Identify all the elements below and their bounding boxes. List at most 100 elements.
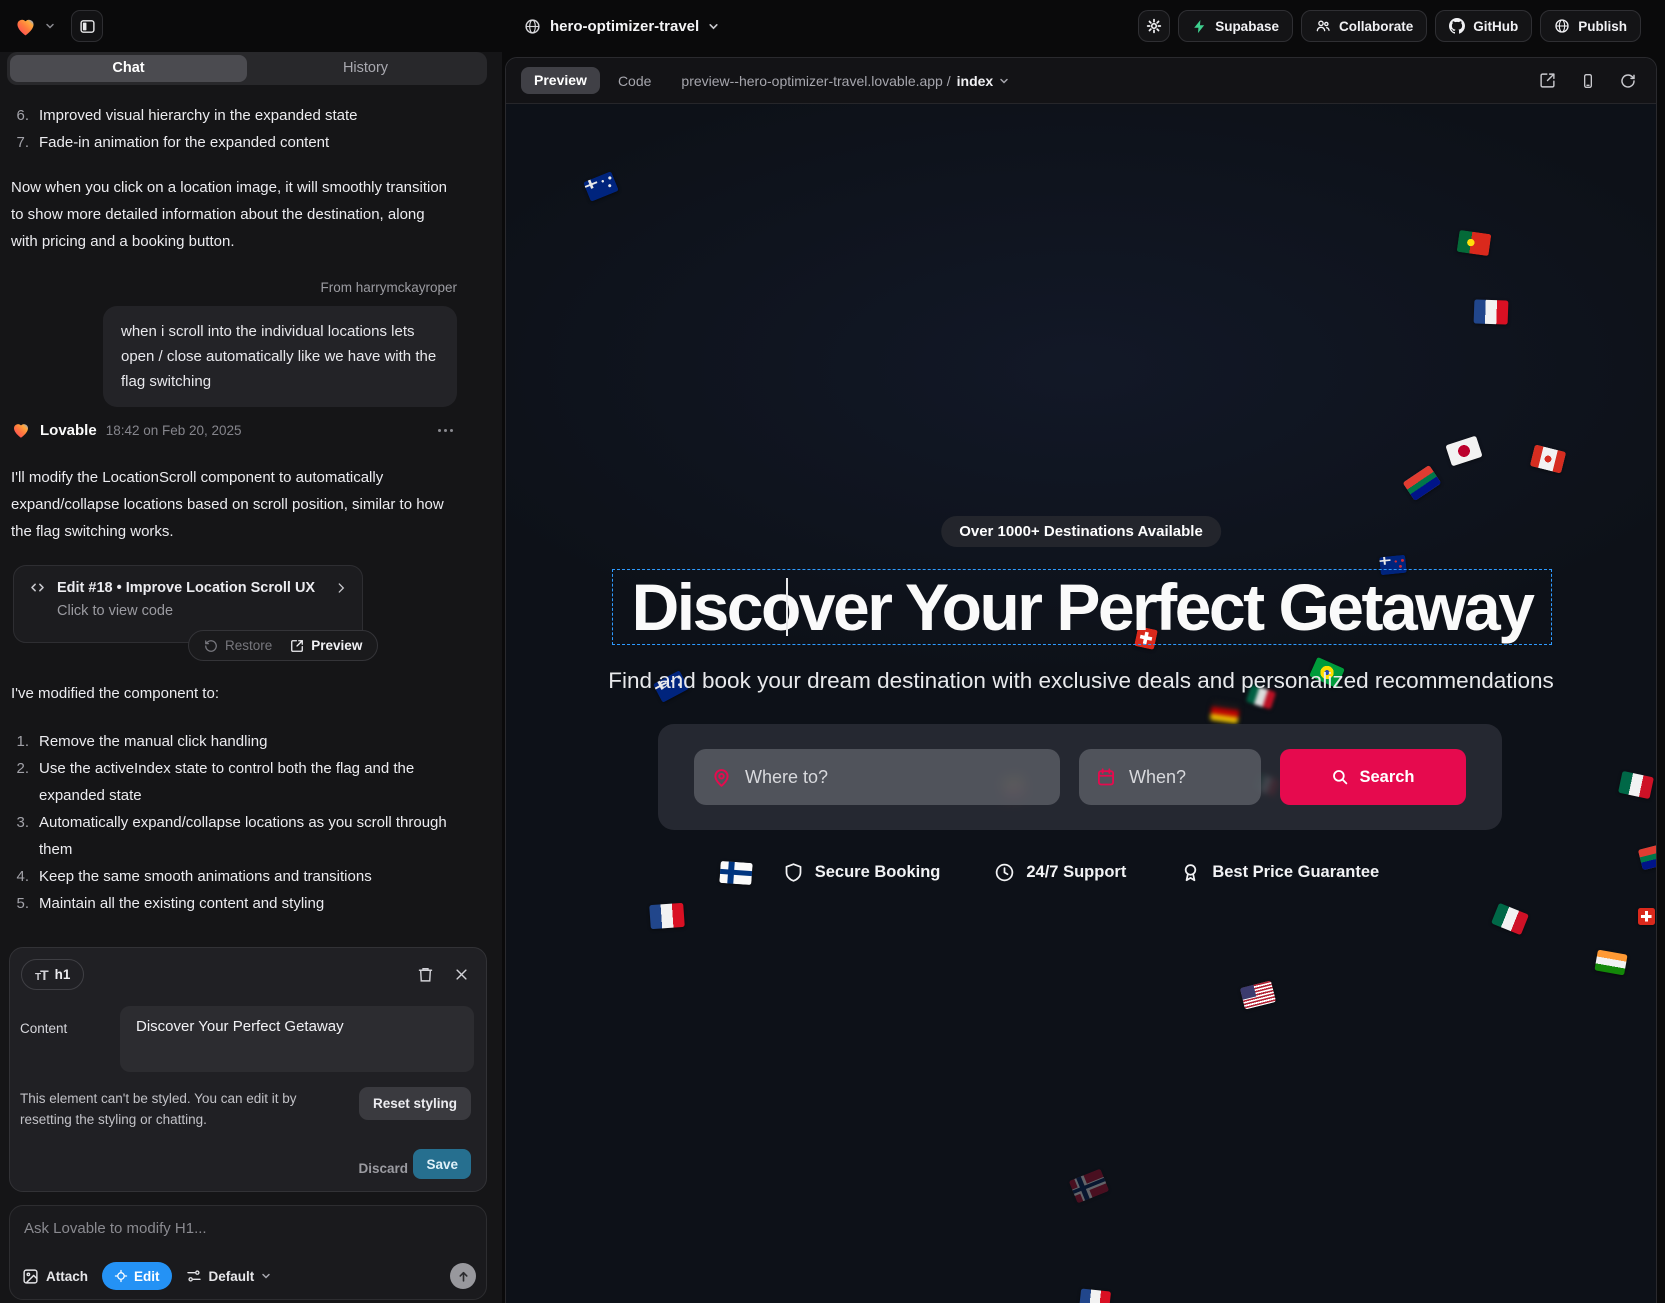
hero-subtitle: Find and book your dream destination wit… xyxy=(506,668,1656,694)
smartphone-icon xyxy=(1580,73,1596,89)
chevron-down-icon xyxy=(999,76,1009,86)
feature-best-price: Best Price Guarantee xyxy=(1180,862,1379,883)
sidebar-tabs: Chat History xyxy=(7,52,487,85)
publish-button[interactable]: Publish xyxy=(1540,10,1641,42)
flag-norway-icon xyxy=(1069,1169,1110,1204)
trash-icon xyxy=(417,966,434,983)
element-editor-panel: h1 Content Discover Your Perfect Getaway… xyxy=(9,947,487,1192)
flag-france-icon xyxy=(1474,299,1509,324)
flag-mexico-icon xyxy=(1618,771,1654,799)
chevron-down-icon xyxy=(261,1271,271,1281)
assistant-list-top: 6.Improved visual hierarchy in the expan… xyxy=(11,102,451,156)
chevron-right-icon xyxy=(334,581,348,595)
destinations-badge: Over 1000+ Destinations Available xyxy=(941,516,1221,547)
message-author-label: From harrymckayroper xyxy=(320,280,457,295)
attach-button[interactable]: Attach xyxy=(22,1268,88,1285)
map-pin-icon xyxy=(711,767,732,788)
globe-icon xyxy=(524,18,541,35)
list-item: 7.Fade-in animation for the expanded con… xyxy=(11,129,451,156)
refresh-button[interactable] xyxy=(1620,73,1636,89)
chevron-down-icon[interactable] xyxy=(45,21,55,31)
chevron-down-icon xyxy=(708,21,719,32)
lovable-heart-icon xyxy=(11,420,31,440)
preview-url[interactable]: preview--hero-optimizer-travel.lovable.a… xyxy=(681,73,1009,89)
when-input[interactable]: When? xyxy=(1079,749,1261,805)
gear-icon xyxy=(1146,18,1162,34)
supabase-button[interactable]: Supabase xyxy=(1178,10,1293,42)
version-actions: Restore Preview xyxy=(188,630,378,661)
text-caret xyxy=(786,578,788,636)
flag-france-icon xyxy=(649,903,685,929)
assistant-paragraph: I've modified the component to: xyxy=(11,680,451,707)
feature-secure-booking: Secure Booking xyxy=(783,862,941,883)
chat-sidebar: Chat History 6.Improved visual hierarchy… xyxy=(0,52,502,1303)
clock-icon xyxy=(994,862,1015,883)
collaborate-button[interactable]: Collaborate xyxy=(1301,10,1427,42)
content-input[interactable]: Discover Your Perfect Getaway xyxy=(120,1006,474,1072)
tab-code[interactable]: Code xyxy=(618,73,651,89)
flag-south-africa-icon xyxy=(1403,465,1442,501)
flag-japan-icon xyxy=(1445,436,1482,467)
external-link-icon xyxy=(1539,72,1556,89)
calendar-icon xyxy=(1096,767,1116,787)
project-switcher[interactable]: hero-optimizer-travel xyxy=(524,0,719,52)
styling-note: This element can't be styled. You can ed… xyxy=(20,1088,338,1130)
save-button[interactable]: Save xyxy=(413,1149,471,1179)
image-icon xyxy=(22,1268,39,1285)
delete-element-button[interactable] xyxy=(412,961,438,987)
element-tag-badge: h1 xyxy=(21,959,84,990)
restore-button[interactable]: Restore xyxy=(204,638,272,653)
search-button[interactable]: Search xyxy=(1280,749,1466,805)
lovable-heart-logo[interactable] xyxy=(14,15,37,38)
content-field-label: Content xyxy=(20,1021,67,1036)
flag-portugal-icon xyxy=(1457,230,1492,256)
list-item: 3.Automatically expand/collapse location… xyxy=(11,809,451,863)
modifications-list: 1.Remove the manual click handling 2.Use… xyxy=(11,728,451,917)
tab-history[interactable]: History xyxy=(247,55,484,82)
preview-version-button[interactable]: Preview xyxy=(290,638,362,653)
github-button[interactable]: GitHub xyxy=(1435,10,1532,42)
message-timestamp: 18:42 on Feb 20, 2025 xyxy=(106,423,242,438)
hero-title[interactable]: Discover Your Perfect Getaway xyxy=(632,569,1533,645)
sidebar-toggle-button[interactable] xyxy=(71,10,103,42)
chat-input[interactable] xyxy=(24,1220,464,1237)
assistant-paragraph: I'll modify the LocationScroll component… xyxy=(11,464,451,545)
supabase-bolt-icon xyxy=(1192,19,1207,34)
preview-toolbar: Preview Code preview--hero-optimizer-tra… xyxy=(506,58,1656,104)
list-item: 2.Use the activeIndex state to control b… xyxy=(11,755,451,809)
close-icon xyxy=(454,967,469,982)
sliders-icon xyxy=(186,1268,202,1284)
type-icon xyxy=(35,967,48,983)
arrow-up-icon xyxy=(457,1270,470,1283)
search-icon xyxy=(1331,768,1349,786)
external-link-icon xyxy=(290,639,304,653)
reset-styling-button[interactable]: Reset styling xyxy=(359,1087,471,1120)
message-menu-button[interactable] xyxy=(438,429,453,432)
flag-germany-icon xyxy=(1210,700,1241,724)
restore-icon xyxy=(204,639,218,653)
flag-canada-icon xyxy=(1530,444,1566,473)
edit-card-subtitle: Click to view code xyxy=(57,603,348,619)
open-in-new-tab-button[interactable] xyxy=(1539,72,1556,89)
refresh-icon xyxy=(1620,73,1636,89)
tab-preview[interactable]: Preview xyxy=(521,67,600,94)
list-item: 4.Keep the same smooth animations and tr… xyxy=(11,863,451,890)
assistant-message-header: Lovable 18:42 on Feb 20, 2025 xyxy=(11,420,487,440)
mode-select[interactable]: Default xyxy=(186,1268,272,1284)
edit-mode-button[interactable]: Edit xyxy=(102,1262,172,1290)
edit-card-title: Edit #18 • Improve Location Scroll UX xyxy=(57,580,315,596)
flag-switzerland-icon xyxy=(1638,908,1655,925)
flag-mexico-icon xyxy=(1491,903,1529,935)
preview-panel: Preview Code preview--hero-optimizer-tra… xyxy=(505,57,1657,1303)
where-input[interactable]: Where to? xyxy=(694,749,1060,805)
tab-chat[interactable]: Chat xyxy=(10,55,247,82)
settings-button[interactable] xyxy=(1138,10,1170,42)
discard-button[interactable]: Discard xyxy=(358,1154,408,1184)
assistant-paragraph: Now when you click on a location image, … xyxy=(11,174,451,255)
lovable-app-window: hero-optimizer-travel Supabase xyxy=(0,0,1665,1303)
preview-viewport: Over 1000+ Destinations Available Discov… xyxy=(506,104,1656,1303)
mobile-view-button[interactable] xyxy=(1580,73,1596,89)
close-panel-button[interactable] xyxy=(448,961,474,987)
list-item: 5.Maintain all the existing content and … xyxy=(11,890,451,917)
send-button[interactable] xyxy=(450,1263,476,1289)
